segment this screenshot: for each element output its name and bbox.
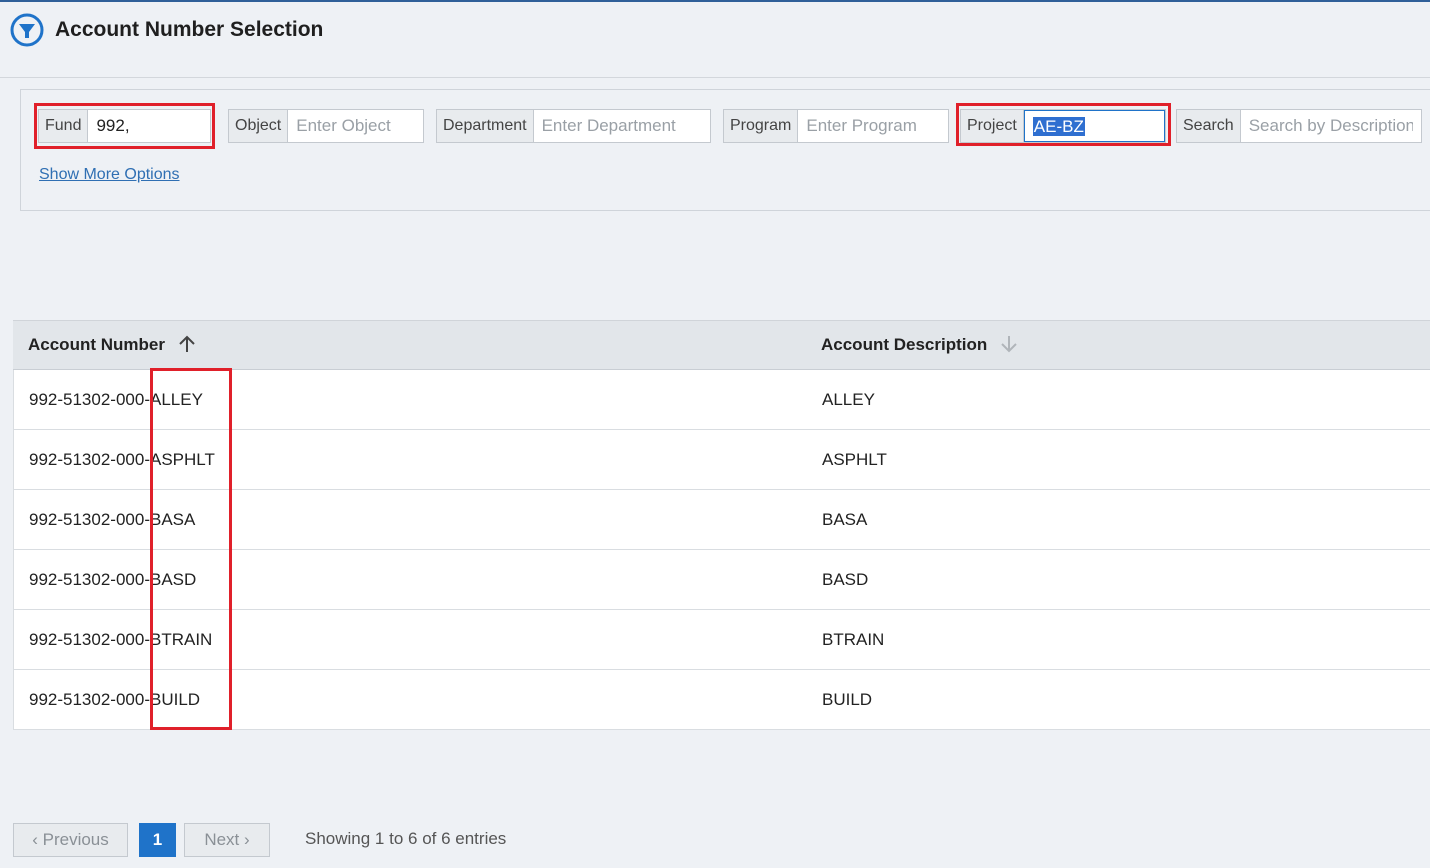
department-input[interactable] (533, 110, 710, 142)
table-row[interactable]: 992-51302-000-BUILD BUILD (13, 670, 1430, 730)
table-row[interactable]: 992-51302-000-BASD BASD (13, 550, 1430, 610)
page-1-button[interactable]: 1 (139, 823, 176, 857)
department-field: Department (436, 109, 711, 143)
column-header-account-number[interactable]: Account Number (28, 321, 196, 369)
account-description-cell: ASPHLT (822, 450, 887, 469)
project-field: Project AE-BZ (960, 109, 1166, 143)
chevron-left-icon: ‹ (32, 830, 38, 849)
object-input[interactable] (288, 110, 423, 142)
accounts-table: Account Number Account Description 992-5… (13, 320, 1430, 730)
project-input-selected-text: AE-BZ (1032, 117, 1085, 136)
table-header: Account Number Account Description (13, 320, 1430, 370)
search-label: Search (1177, 110, 1241, 142)
account-description-cell: ALLEY (822, 390, 875, 409)
page-header: Account Number Selection (0, 2, 1430, 77)
table-row[interactable]: 992-51302-000-BTRAIN BTRAIN (13, 610, 1430, 670)
fund-label: Fund (39, 110, 89, 142)
filter-panel (20, 89, 1430, 211)
search-field: Search (1176, 109, 1422, 143)
object-field: Object (228, 109, 424, 143)
account-number-cell: 992-51302-000-BTRAIN (29, 630, 213, 649)
department-label: Department (437, 110, 534, 142)
project-label: Project (961, 110, 1024, 142)
account-description-cell: BASD (822, 570, 869, 589)
fund-input[interactable] (88, 110, 210, 142)
next-page-button[interactable]: Next › (184, 823, 270, 857)
filter-circle-icon (10, 13, 44, 47)
object-label: Object (229, 110, 289, 142)
previous-page-button[interactable]: ‹ Previous (13, 823, 128, 857)
account-number-cell: 992-51302-000-BASD (29, 570, 197, 589)
program-label: Program (724, 110, 799, 142)
show-more-options-link[interactable]: Show More Options (39, 166, 180, 184)
account-description-cell: BUILD (822, 690, 873, 709)
account-number-cell: 992-51302-000-ASPHLT (29, 450, 215, 469)
fund-field: Fund (38, 109, 211, 143)
account-description-cell: BASA (822, 510, 868, 529)
header-divider (0, 77, 1430, 78)
account-number-cell: 992-51302-000-BASA (29, 510, 196, 529)
account-number-cell: 992-51302-000-BUILD (29, 690, 201, 709)
table-row[interactable]: 992-51302-000-BASA BASA (13, 490, 1430, 550)
sort-descending-icon (1001, 335, 1017, 352)
search-input[interactable] (1240, 110, 1421, 142)
program-input[interactable] (798, 110, 948, 142)
table-row[interactable]: 992-51302-000-ALLEY ALLEY (13, 370, 1430, 430)
page-title: Account Number Selection (55, 18, 324, 41)
account-description-cell: BTRAIN (822, 630, 885, 649)
entries-summary: Showing 1 to 6 of 6 entries (305, 829, 507, 848)
table-row[interactable]: 992-51302-000-ASPHLT ASPHLT (13, 430, 1430, 490)
account-number-cell: 992-51302-000-ALLEY (29, 390, 203, 409)
project-input[interactable]: AE-BZ (1023, 110, 1165, 142)
column-header-account-description[interactable]: Account Description (821, 321, 1018, 369)
sort-ascending-icon (178, 335, 195, 352)
chevron-right-icon: › (244, 830, 250, 849)
program-field: Program (723, 109, 949, 143)
